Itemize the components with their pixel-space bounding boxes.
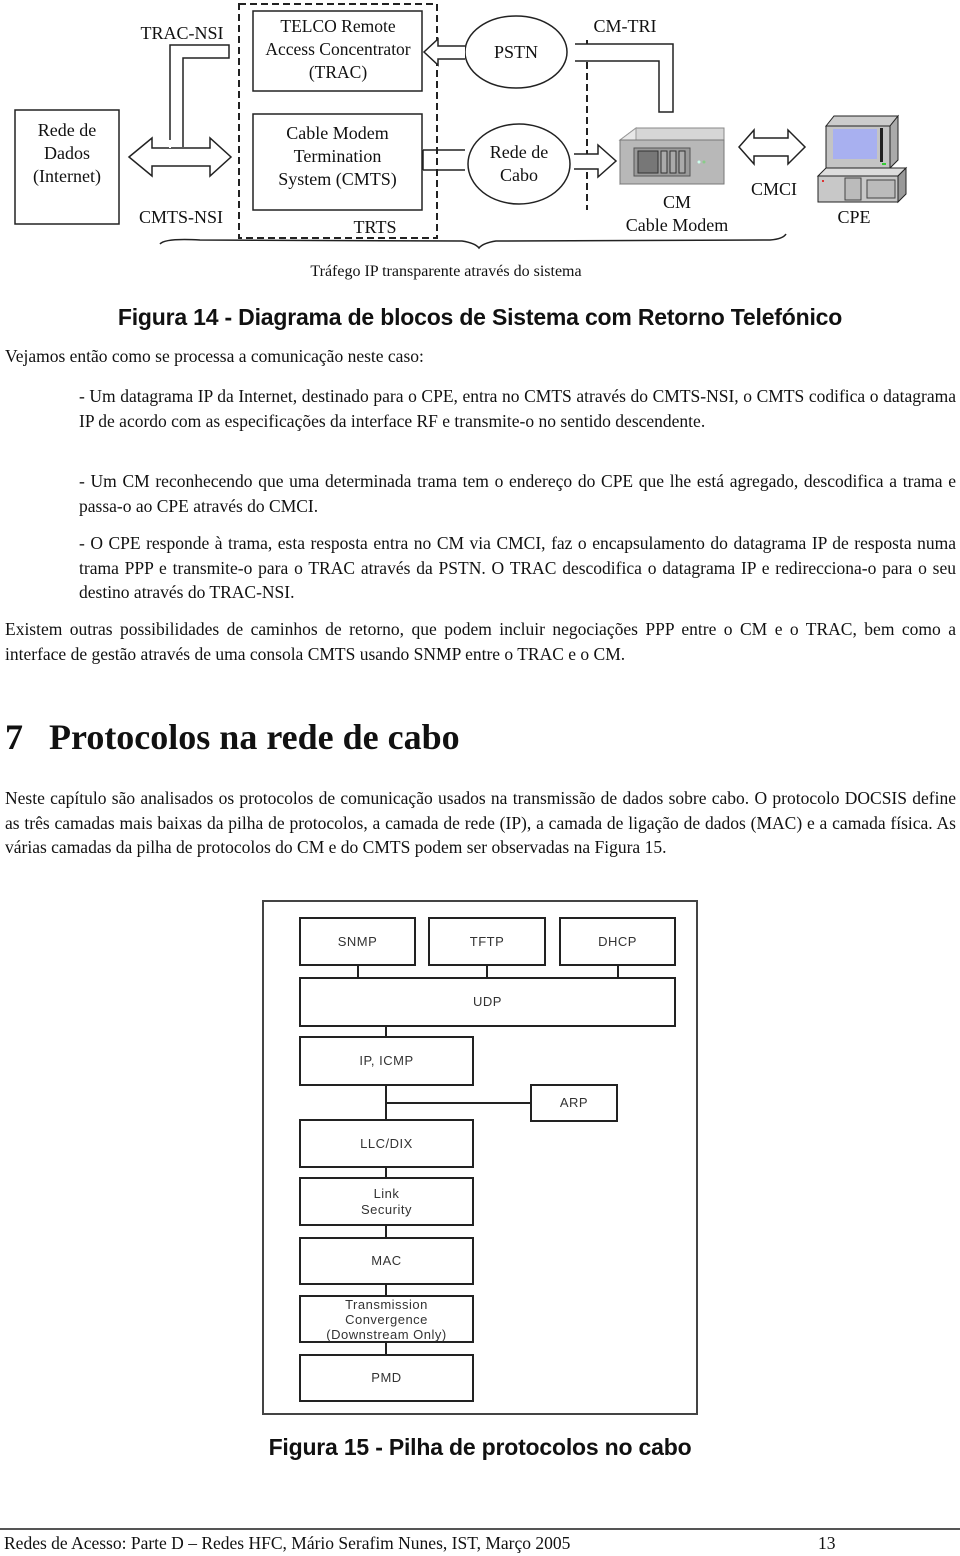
rede-dados-text: Rede de Dados (Internet)	[33, 120, 101, 186]
footer-text: Redes de Acesso: Parte D – Redes HFC, Má…	[4, 1533, 571, 1553]
connector-tftp-udp	[486, 964, 488, 978]
closing-paragraph: Existem outras possibilidades de caminho…	[5, 619, 956, 664]
trac-nsi-pipe	[169, 44, 230, 147]
cpe-computer-icon	[816, 114, 908, 204]
section-title: Protocolos na rede de cabo	[49, 717, 460, 757]
pstn-to-trac-arrow	[422, 37, 465, 67]
connector-dhcp-udp	[617, 964, 619, 978]
layer-pmd: PMD	[299, 1354, 474, 1402]
cpe-label: CPE	[837, 207, 871, 227]
figure-15-caption: Figura 15 - Pilha de protocolos no cabo	[268, 1434, 692, 1460]
section-heading: 7 Protocolos na rede de cabo	[5, 713, 460, 761]
connector-linksec-mac	[385, 1224, 387, 1238]
intro-paragraph: Vejamos então como se processa a comunic…	[5, 346, 424, 366]
cmts-text: Cable Modem Termination System (CMTS)	[278, 123, 397, 189]
cable-modem-icon	[618, 127, 725, 185]
layer-snmp: SNMP	[299, 917, 416, 966]
step-3-paragraph: - O CPE responde à trama, esta resposta …	[79, 533, 956, 602]
brace-label: Tráfego IP transparente através do siste…	[310, 263, 582, 280]
layer-transmission-convergence: Transmission Convergence (Downstream Onl…	[299, 1295, 474, 1343]
step-1-paragraph: - Um datagrama IP da Internet, destinado…	[79, 386, 956, 431]
figure-14-diagram: TRAC-NSI CMTS-NSI TRTS CM-TRI CMCI CPE R…	[0, 0, 960, 290]
cabo-to-cm-arrow	[574, 143, 618, 179]
layer-llc-dix: LLC/DIX	[299, 1119, 474, 1168]
page-number: 13	[818, 1533, 836, 1553]
section-number: 7	[5, 717, 23, 757]
figure-14-caption: Figura 14 - Diagrama de blocos de Sistem…	[117, 304, 843, 330]
section-paragraph: Neste capítulo são analisados os protoco…	[5, 788, 956, 857]
trts-label: TRTS	[353, 217, 397, 237]
layer-udp: UDP	[299, 977, 676, 1027]
cmci-double-arrow	[737, 128, 807, 166]
rede-cabo-text: Rede de Cabo	[489, 142, 549, 185]
layer-tftp: TFTP	[428, 917, 546, 966]
footer-rule	[0, 1528, 960, 1530]
connector-snmp-udp	[357, 964, 359, 978]
layer-arp: ARP	[530, 1084, 618, 1122]
cm-tri-pipe	[575, 43, 674, 113]
cmci-label: CMCI	[750, 179, 797, 199]
layer-link-security: Link Security	[299, 1177, 474, 1226]
trac-text: TELCO Remote Access Concentrator (TRAC)	[265, 16, 411, 82]
connector-ip-arp	[385, 1102, 531, 1104]
pstn-text: PSTN	[493, 42, 538, 62]
cm-tri-label: CM-TRI	[593, 16, 657, 36]
trac-nsi-label: TRAC-NSI	[140, 23, 224, 43]
layer-ip-icmp: IP, ICMP	[299, 1036, 474, 1086]
figure-15-diagram: SNMP TFTP DHCP UDP IP, ICMP ARP LLC/DIX …	[262, 900, 698, 1415]
cmts-nsi-label: CMTS-NSI	[138, 207, 223, 227]
connector-tc-pmd	[385, 1341, 387, 1355]
layer-dhcp: DHCP	[559, 917, 676, 966]
step-2-paragraph: - Um CM reconhecendo que uma determinada…	[79, 471, 956, 516]
layer-mac: MAC	[299, 1237, 474, 1285]
cm-text: CM Cable Modem	[625, 192, 729, 235]
cmts-to-cabo-pipe	[422, 149, 465, 171]
